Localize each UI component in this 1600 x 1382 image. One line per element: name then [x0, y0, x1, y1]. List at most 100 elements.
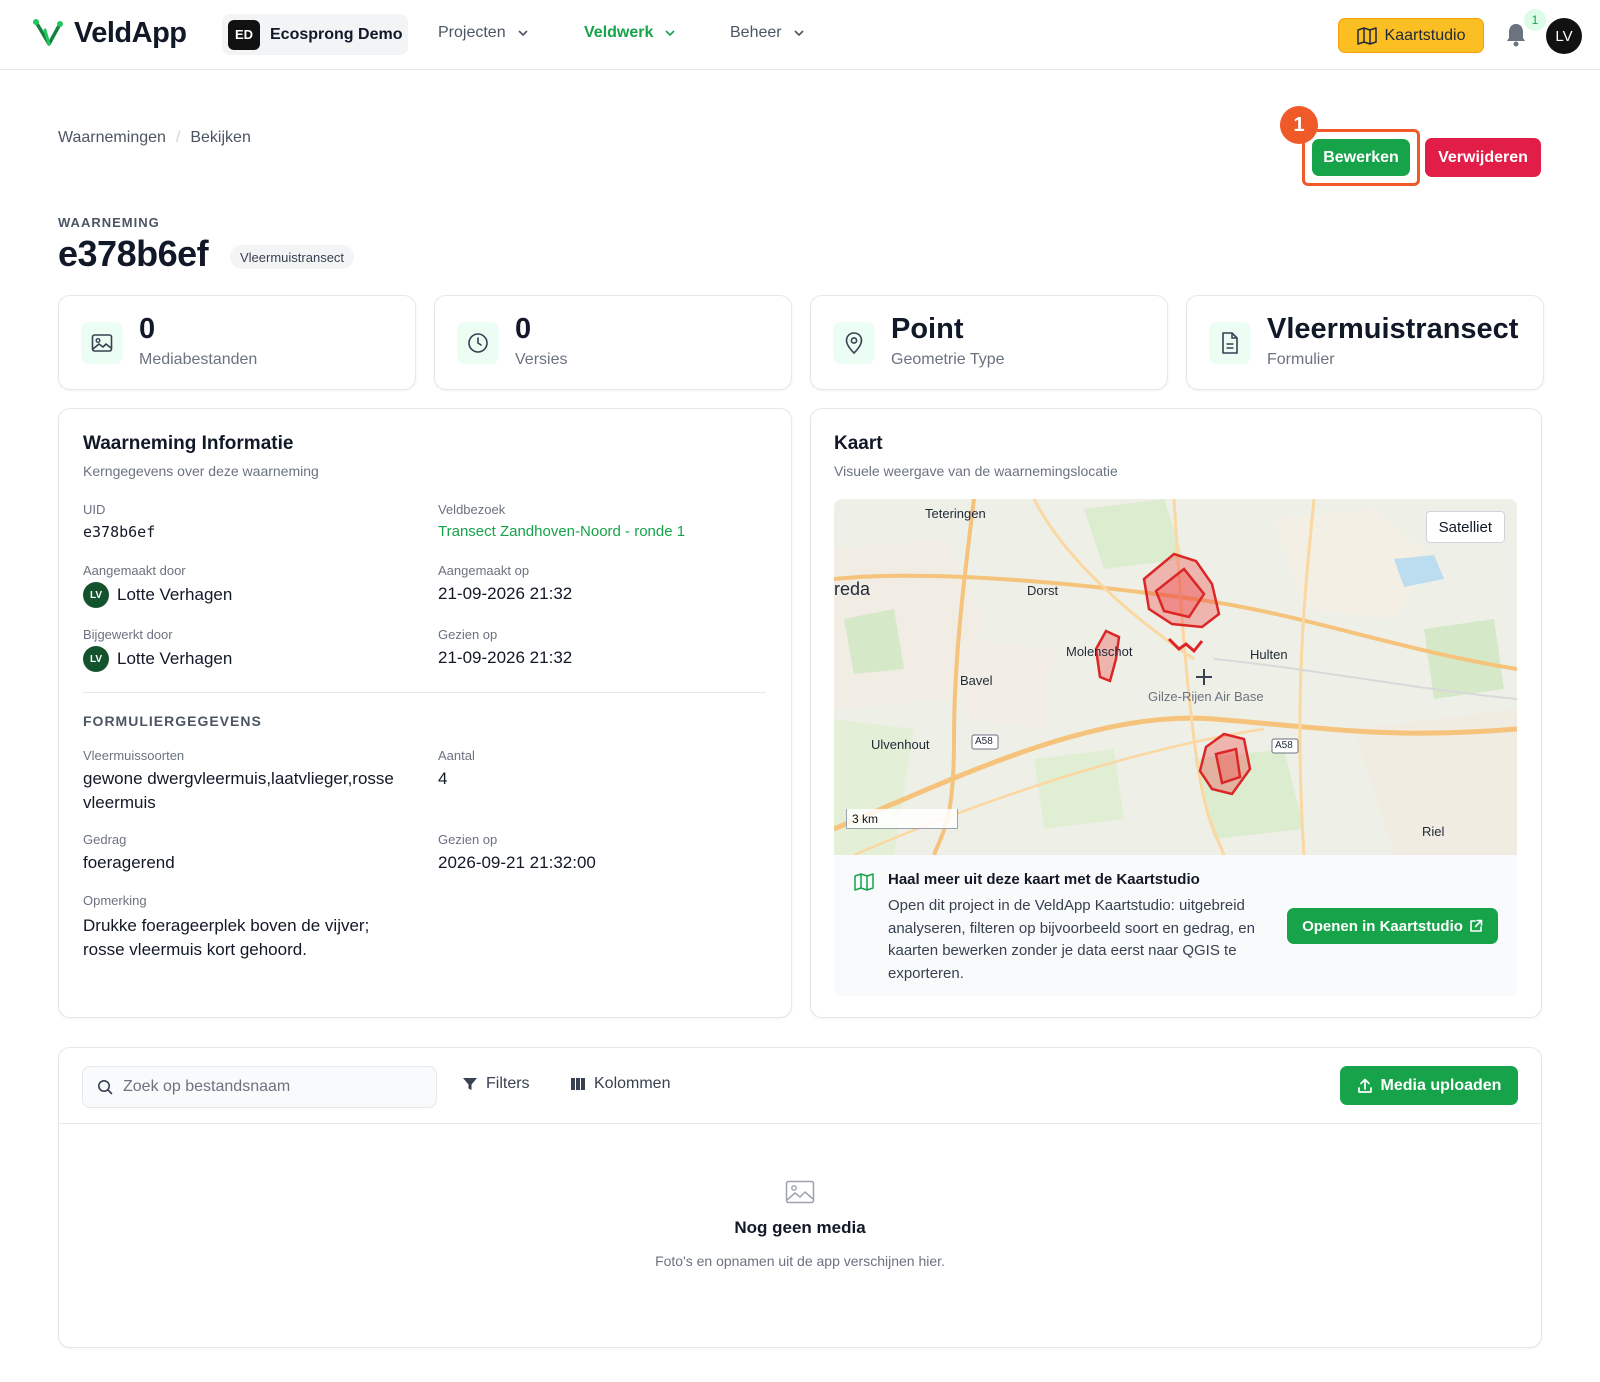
page-eyebrow: WAARNEMING [58, 215, 160, 230]
filter-icon [463, 1078, 477, 1090]
stat-geometry-value: Point [891, 313, 964, 345]
nav-projecten[interactable]: Projecten [438, 24, 530, 42]
stat-form-value: Vleermuistransect [1267, 313, 1519, 345]
species-label: Vleermuissoorten [83, 748, 185, 763]
form-seen-label: Gezien op [438, 832, 498, 847]
breadcrumb: Waarnemingen / Bekijken [58, 129, 251, 147]
visit-link[interactable]: Transect Zandhoven-Noord - ronde 1 [438, 520, 685, 544]
nav-veldwerk[interactable]: Veldwerk [584, 24, 677, 42]
avatar: LV [83, 582, 109, 608]
app-logo[interactable]: VeldApp [32, 16, 187, 50]
created-by-label: Aangemaakt door [83, 563, 186, 578]
notification-count-badge: 1 [1524, 9, 1546, 31]
stat-form-label: Formulier [1267, 351, 1335, 368]
kaartstudio-button[interactable]: Kaartstudio [1338, 18, 1484, 53]
form-data-heading: FORMULIERGEGEVENS [83, 713, 262, 729]
user-avatar[interactable]: LV [1546, 18, 1582, 54]
step-highlight [1302, 129, 1420, 186]
updated-by-user: LV Lotte Verhagen [83, 646, 232, 672]
count-value: 4 [438, 769, 448, 788]
satellite-toggle-button[interactable]: Satelliet [1425, 511, 1505, 543]
map-place-label: Bavel [960, 673, 993, 688]
nav-beheer[interactable]: Beheer [730, 24, 806, 42]
stat-geometry-label: Geometrie Type [891, 351, 1005, 368]
stat-card-geometry: Point Geometrie Type [810, 295, 1168, 390]
form-type-badge: Vleermuistransect [230, 245, 355, 269]
org-name: Ecosprong Demo [270, 25, 403, 43]
empty-state-title: Nog geen media [734, 1218, 866, 1237]
map-place-label: Hulten [1250, 647, 1288, 662]
upload-media-button[interactable]: Media uploaden [1340, 1066, 1518, 1105]
open-in-kaartstudio-label: Openen in Kaartstudio [1302, 917, 1463, 935]
page-title: e378b6ef [58, 233, 209, 274]
remark-value: Drukke foerageerplek boven de vijver; ro… [83, 916, 370, 959]
nav-projecten-label: Projecten [438, 24, 506, 41]
form-seen-value: 2026-09-21 21:32:00 [438, 853, 596, 872]
map-scale-bar: 3 km [846, 809, 958, 829]
uid-label: UID [83, 502, 106, 517]
bell-icon[interactable] [1504, 22, 1528, 48]
veldapp-logo-icon [33, 19, 63, 46]
kaartstudio-promo: Haal meer uit deze kaart met de Kaartstu… [834, 855, 1517, 996]
created-by-name: Lotte Verhagen [117, 585, 233, 604]
map-place-label: Teteringen [925, 506, 986, 521]
open-in-kaartstudio-button[interactable]: Openen in Kaartstudio [1287, 908, 1498, 944]
map-place-label: Dorst [1027, 583, 1059, 598]
step-marker: 1 [1280, 106, 1318, 144]
road-label: A58 [1275, 740, 1293, 751]
image-icon [81, 322, 123, 364]
media-search-input[interactable] [123, 1078, 413, 1096]
map-place-label: Riel [1422, 824, 1445, 839]
document-icon [1209, 322, 1251, 364]
search-icon [98, 1080, 113, 1095]
updated-by-name: Lotte Verhagen [117, 649, 233, 668]
behaviour-value: foeragerend [83, 853, 175, 872]
map-place-label: Molenschot [1066, 644, 1133, 659]
uid-value: e378b6ef [83, 523, 156, 541]
filters-label: Filters [486, 1075, 530, 1092]
map-place-label: Ulvenhout [871, 737, 930, 752]
upload-icon [1357, 1078, 1372, 1093]
empty-state-text: Foto's en opnamen uit de app verschijnen… [655, 1253, 945, 1269]
clock-icon [457, 322, 499, 364]
breadcrumb-waarnemingen[interactable]: Waarnemingen [58, 129, 166, 147]
org-initials: ED [228, 19, 260, 50]
image-placeholder-icon [785, 1180, 815, 1204]
breadcrumb-bekijken: Bekijken [190, 129, 251, 146]
kaartstudio-label: Kaartstudio [1384, 26, 1466, 44]
map-icon [1356, 26, 1377, 45]
chevron-down-icon [665, 30, 675, 37]
chevron-down-icon [794, 30, 804, 37]
stat-card-versions: 0 Versies [434, 295, 792, 390]
info-card-subtitle: Kerngegevens over deze waarneming [83, 463, 319, 479]
map-card-title: Kaart [834, 433, 883, 454]
promo-title: Haal meer uit deze kaart met de Kaartstu… [888, 871, 1200, 888]
stat-card-form: Vleermuistransect Formulier [1186, 295, 1544, 390]
nav-beheer-label: Beheer [730, 24, 782, 41]
delete-button[interactable]: Verwijderen [1425, 138, 1541, 177]
seen-value: 21-09-2026 21:32 [438, 648, 573, 667]
section-divider [83, 692, 766, 693]
organization-switcher[interactable]: ED Ecosprong Demo [222, 14, 408, 55]
map-card-subtitle: Visuele weergave van de waarnemingslocat… [834, 463, 1118, 479]
media-toolbar-divider [59, 1123, 1541, 1124]
columns-label: Kolommen [594, 1075, 671, 1092]
count-label: Aantal [438, 748, 475, 763]
columns-icon [571, 1078, 585, 1090]
breadcrumb-separator: / [175, 129, 181, 146]
filters-button[interactable]: Filters [462, 1075, 530, 1093]
map-canvas [834, 499, 1517, 855]
stat-card-media: 0 Mediabestanden [58, 295, 416, 390]
media-search [82, 1066, 437, 1108]
map-place-label: Gilze-Rijen Air Base [1148, 689, 1264, 704]
remark-label: Opmerking [83, 893, 147, 908]
columns-button[interactable]: Kolommen [570, 1075, 670, 1093]
stat-versions-label: Versies [515, 351, 568, 368]
stat-media-label: Mediabestanden [139, 351, 258, 368]
observation-map[interactable]: Teteringen reda Dorst Molenschot Hulten … [834, 499, 1517, 855]
species-value: gewone dwergvleermuis,laatvlieger,rosse … [83, 769, 394, 812]
created-at-value: 21-09-2026 21:32 [438, 584, 573, 603]
map-icon [854, 873, 874, 891]
stat-media-value: 0 [139, 313, 156, 345]
promo-text: Open dit project in de VeldApp Kaartstud… [888, 897, 1255, 982]
